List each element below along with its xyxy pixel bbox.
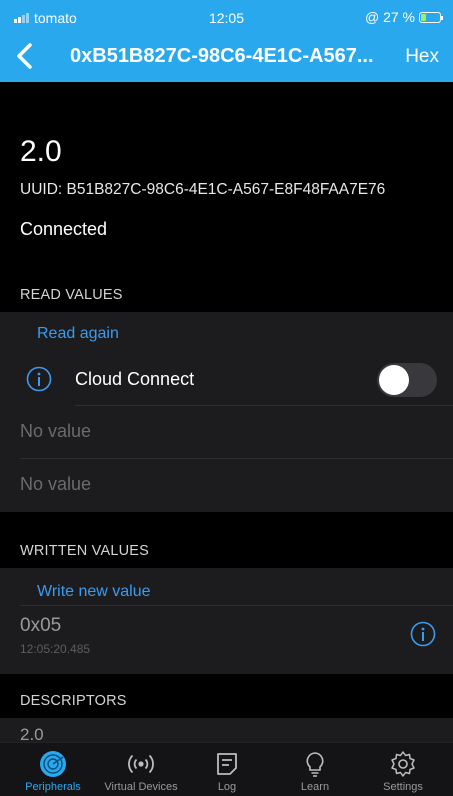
read-again-row[interactable]: Read again [0,312,453,354]
battery-fill [421,13,426,21]
gear-icon [391,751,415,777]
written-values-header: WRITTEN VALUES [20,543,150,559]
value-row: No value [0,406,453,459]
cloud-connect-toggle[interactable] [377,363,437,397]
write-new-value-link[interactable]: Write new value [37,583,151,601]
cloud-connect-label: Cloud Connect [75,369,195,389]
tab-bar: Peripherals Virtual Devices Log Learn Se… [0,742,453,796]
characteristic-value: 2.0 [20,135,62,168]
write-new-row[interactable]: Write new value [0,568,453,606]
connection-state: Connected [20,219,108,239]
tab-learn[interactable]: Learn [270,743,360,796]
written-timestamp: 12:05:20.485 [20,642,91,656]
radar-icon [40,751,66,777]
battery-icon [419,11,443,23]
status-right: @ 27 % [364,9,443,25]
written-values-group: Write new value [0,568,453,674]
battery-text: @ 27 % [364,9,415,25]
broadcast-icon [128,754,154,774]
tab-label: Settings [383,781,423,793]
status-bar: tomato 12:05 @ 27 % [0,0,453,30]
read-values-group: Read again Cloud Connect No value No val… [0,312,453,512]
tab-peripherals[interactable]: Peripherals [8,743,98,796]
log-icon [217,753,237,775]
tab-label: Learn [300,781,330,793]
tab-label: Peripherals [25,781,81,793]
tab-label: Log [217,781,237,793]
value-row: No value [0,459,453,512]
page-title: 0xB51B827C-98C6-4E1C-A567... [70,45,374,67]
read-again-link[interactable]: Read again [37,325,119,343]
info-icon[interactable] [26,366,52,392]
tab-log[interactable]: Log [182,743,272,796]
tab-label: Virtual Devices [104,781,178,793]
cloud-connect-row: Cloud Connect [0,354,453,406]
read-values-header: READ VALUES [20,287,123,303]
chevron-left-icon [17,43,32,69]
characteristic-uuid: UUID: B51B827C-98C6-4E1C-A567-E8F48FAA7E… [20,181,386,198]
written-value: 0x05 [20,615,62,636]
tab-virtual-devices[interactable]: Virtual Devices [96,743,186,796]
info-icon[interactable] [410,621,436,647]
back-button[interactable] [14,42,38,70]
value-text: No value [20,474,92,494]
divider [20,605,453,606]
toggle-knob [379,365,409,395]
nav-bar: 0xB51B827C-98C6-4E1C-A567... Hex [0,30,453,82]
value-text: No value [20,421,92,441]
tab-settings[interactable]: Settings [358,743,448,796]
hex-button[interactable]: Hex [405,46,439,68]
lightbulb-icon [306,752,324,777]
descriptors-header: DESCRIPTORS [20,693,127,709]
